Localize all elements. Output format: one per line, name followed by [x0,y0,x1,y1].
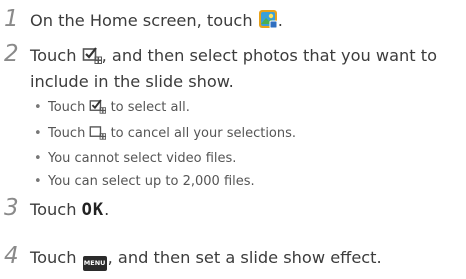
step-text-line2: include in the slide show. [30,72,234,91]
bullet-list: • Touch to select all. • Touch to cancel a… [30,97,296,193]
deselect-all-icon [89,124,107,149]
ok-button-label: OK [81,200,105,220]
step-number: 3 [4,195,19,221]
list-item: • Touch to cancel all your selections. [30,123,296,149]
gallery-app-icon [258,9,278,37]
step-number: 1 [4,6,19,32]
list-item: • You can select up to 2,000 files. [34,173,255,189]
list-item: • Touch to select all. [30,97,296,123]
step-text: On the Home screen, touch . [30,8,283,37]
list-item: • You cannot select video files. [34,151,237,166]
step-text: Touch OK. [30,200,110,220]
step-number: 2 [4,41,19,67]
step-text: Touch , and then select photos that you … [30,43,437,72]
step-text: Touch MENU, and then set a slide show ef… [30,245,382,271]
menu-key-icon: MENU [82,256,107,271]
select-all-icon [89,98,107,123]
step-number: 4 [4,243,19,269]
